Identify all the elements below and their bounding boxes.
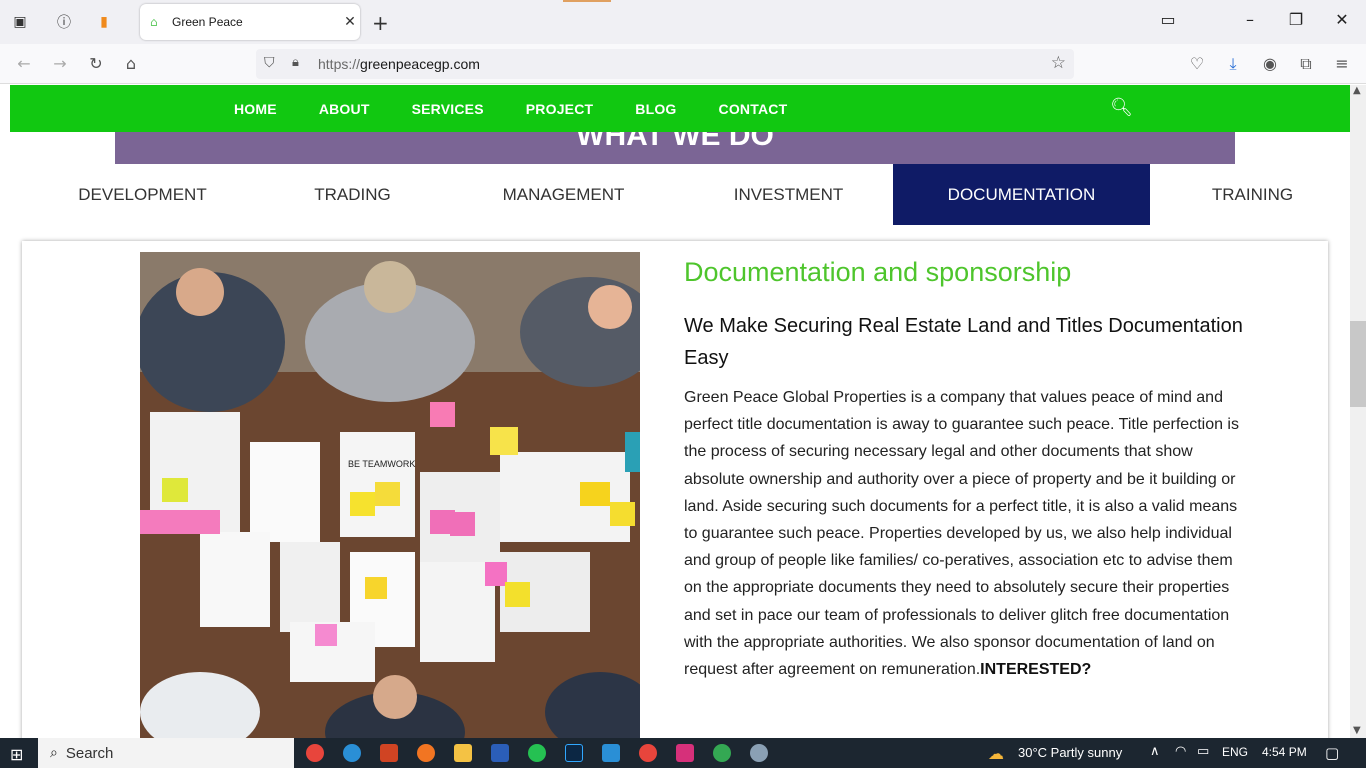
tab-training[interactable]: TRAINING — [1170, 164, 1335, 225]
word-icon[interactable] — [491, 744, 509, 762]
url-text[interactable]: https://greenpeacegp.com — [318, 56, 480, 72]
image-caption: BE TEAMWORK — [348, 459, 415, 469]
active-browser-tab[interactable]: ⌂ Green Peace ✕ — [140, 4, 360, 40]
new-tab-icon[interactable]: + — [372, 11, 389, 35]
vscode-icon[interactable] — [602, 744, 620, 762]
team-meeting-image: BE TEAMWORK — [140, 252, 640, 738]
menu-icon[interactable]: ≡ — [1332, 54, 1352, 74]
taskbar-search[interactable]: ⌕ Search — [38, 738, 294, 768]
download-icon[interactable]: ⤓ — [1223, 54, 1243, 74]
site-nav: HOME ABOUT SERVICES PROJECT BLOG CONTACT… — [10, 85, 1350, 132]
tab-list-icon[interactable]: ▭ — [1156, 10, 1180, 29]
tab-overview-icon[interactable]: ▣ — [10, 12, 30, 32]
scroll-down-icon[interactable]: ▼ — [1353, 725, 1361, 736]
pocket-icon[interactable]: ♡ — [1187, 54, 1207, 74]
powerpoint-icon[interactable] — [380, 744, 398, 762]
browser-tab-bar: ▣ ⓘ ▮ ⌂ Green Peace ✕ + ▭ – ❐ ✕ — [0, 0, 1366, 44]
battery-icon[interactable]: ▭ — [1197, 744, 1209, 759]
home-icon[interactable]: ⌂ — [121, 54, 141, 74]
tab-indicator — [563, 0, 611, 2]
bookmark-app-icon[interactable]: ▮ — [94, 12, 114, 32]
content-body: Green Peace Global Properties is a compa… — [684, 389, 1239, 679]
nav-services[interactable]: SERVICES — [412, 101, 484, 117]
interested-cta[interactable]: INTERESTED? — [980, 661, 1091, 678]
nav-contact[interactable]: CONTACT — [719, 101, 788, 117]
tab-management[interactable]: MANAGEMENT — [480, 164, 647, 225]
tracking-shield-icon[interactable]: ⛉ — [264, 55, 275, 71]
bookmark-star-icon[interactable]: ☆ — [1051, 53, 1066, 73]
service-tabs: DEVELOPMENT TRADING MANAGEMENT INVESTMEN… — [0, 164, 1350, 225]
tab-content-card: BE TEAMWORK Documentation and sponsorshi… — [22, 241, 1328, 738]
scroll-up-icon[interactable]: ▲ — [1353, 85, 1361, 96]
nav-blog[interactable]: BLOG — [635, 101, 676, 117]
notifications-icon[interactable]: ▢ — [1325, 744, 1339, 762]
whatsapp-icon[interactable] — [528, 744, 546, 762]
lock-icon[interactable]: 🔒︎ — [292, 55, 299, 70]
wifi-icon[interactable]: ◠ — [1175, 744, 1186, 759]
show-hidden-icons-icon[interactable]: ∧ — [1150, 744, 1160, 759]
clock-time[interactable]: 4:54 PM — [1262, 745, 1307, 759]
chrome-alt-icon[interactable] — [713, 744, 731, 762]
content-subtitle: We Make Securing Real Estate Land and Ti… — [684, 315, 1243, 369]
tab-close-icon[interactable]: ✕ — [340, 14, 360, 30]
minimize-icon[interactable]: – — [1238, 10, 1262, 29]
tab-investment[interactable]: INVESTMENT — [705, 164, 872, 225]
address-bar[interactable]: ⛉ 🔒︎ https://greenpeacegp.com ☆ — [256, 49, 1074, 79]
browser-toolbar: ← → ↻ ⌂ ⛉ 🔒︎ https://greenpeacegp.com ☆ … — [0, 44, 1366, 84]
nav-about[interactable]: ABOUT — [319, 101, 370, 117]
tab-content-text: Documentation and sponsorship We Make Se… — [684, 257, 1244, 683]
scroll-thumb[interactable] — [1350, 321, 1366, 407]
windows-start-icon[interactable]: ⊞ — [10, 745, 23, 764]
reload-icon[interactable]: ↻ — [86, 54, 106, 74]
extensions-icon[interactable]: ⧉ — [1296, 54, 1316, 74]
weather-text[interactable]: 30°C Partly sunny — [1018, 745, 1122, 760]
site-favicon-icon: ⌂ — [150, 15, 158, 29]
page-scrollbar[interactable]: ▲ ▼ — [1350, 85, 1366, 738]
tab-trading[interactable]: TRADING — [270, 164, 435, 225]
forward-icon[interactable]: → — [50, 54, 70, 74]
language-indicator[interactable]: ENG — [1222, 745, 1248, 759]
info-icon[interactable]: ⓘ — [54, 12, 74, 32]
content-title: Documentation and sponsorship — [684, 257, 1072, 287]
web-page: HOME ABOUT SERVICES PROJECT BLOG CONTACT… — [0, 85, 1350, 738]
tab-title: Green Peace — [172, 15, 243, 29]
tab-development[interactable]: DEVELOPMENT — [60, 164, 225, 225]
firefox-icon[interactable] — [417, 744, 435, 762]
tab-documentation[interactable]: DOCUMENTATION — [893, 164, 1150, 225]
taskbar-search-label: Search — [65, 744, 114, 762]
window-close-icon[interactable]: ✕ — [1330, 10, 1354, 29]
site-search-icon[interactable]: 🔍︎ — [1110, 97, 1133, 118]
settings-icon[interactable] — [750, 744, 768, 762]
chrome-profile-icon[interactable] — [639, 744, 657, 762]
edge-icon[interactable] — [343, 744, 361, 762]
photoshop-icon[interactable] — [565, 744, 583, 762]
chrome-icon[interactable] — [306, 744, 324, 762]
nav-project[interactable]: PROJECT — [526, 101, 594, 117]
back-icon[interactable]: ← — [14, 54, 34, 74]
meeting-illustration: BE TEAMWORK — [140, 252, 640, 738]
nav-home[interactable]: HOME — [234, 101, 277, 117]
account-icon[interactable]: ◉ — [1260, 54, 1280, 74]
restore-icon[interactable]: ❐ — [1284, 10, 1308, 29]
search-icon: ⌕ — [50, 745, 58, 761]
instagram-icon[interactable] — [676, 744, 694, 762]
os-taskbar: ⊞ ⌕ Search ☁ 30°C Partly sunny ∧ ◠ ▭ ENG… — [0, 738, 1366, 768]
file-explorer-icon[interactable] — [454, 744, 472, 762]
weather-icon[interactable]: ☁ — [988, 744, 1004, 763]
